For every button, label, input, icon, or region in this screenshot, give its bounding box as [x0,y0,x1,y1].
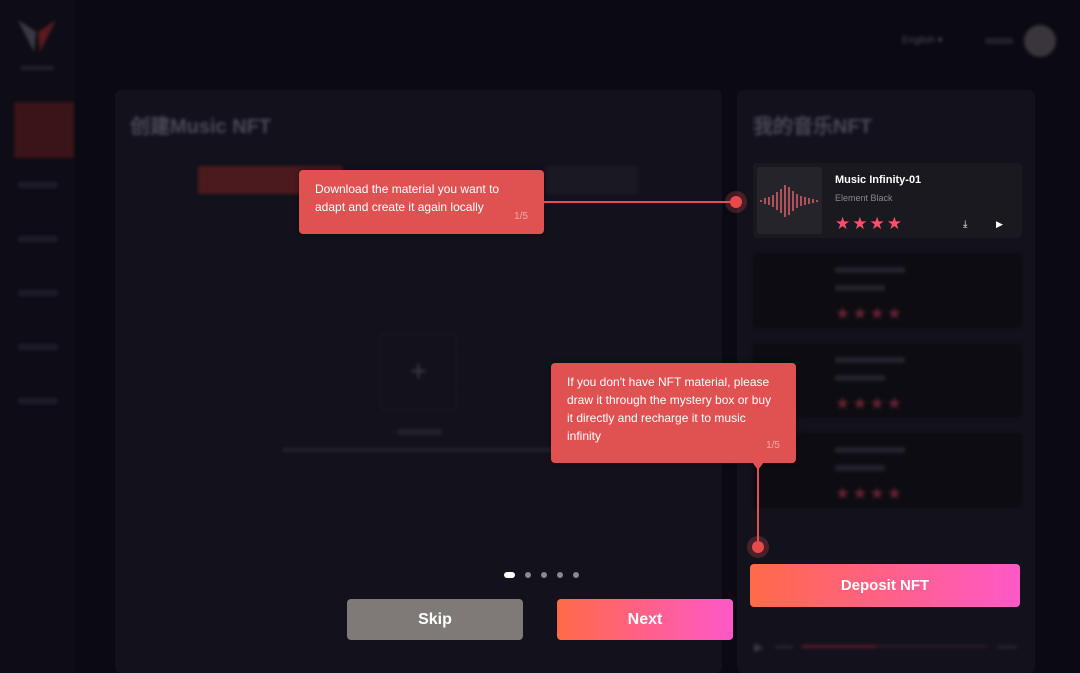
sidebar [0,0,75,673]
play-icon[interactable]: ▶ [996,219,1003,230]
deposit-nft-button[interactable]: Deposit NFT [750,564,1020,607]
skip-button[interactable]: Skip [347,599,523,640]
tooltip-anchor-dot [752,541,764,553]
logo-butterfly-icon [18,20,56,52]
next-button[interactable]: Next [557,599,733,640]
sidebar-item[interactable] [18,236,58,242]
page-title: 创建Music NFT [130,116,272,138]
language-label: English [902,35,935,46]
step-dot-active [504,572,515,578]
star-icon: ★ [886,214,904,233]
sidebar-item[interactable] [18,398,58,404]
username [985,38,1013,44]
step-dot [541,572,547,578]
nft-artist: Element Black [835,193,893,203]
tour-tooltip-2: If you don't have NFT material, please d… [551,363,796,463]
nft-card[interactable]: Music Infinity-01 Element Black ★★★★ ⤓ ▶ [753,163,1022,238]
tooltip-text: If you don't have NFT material, please d… [567,375,772,443]
player-time [775,645,793,649]
language-selector[interactable]: English ▾ [902,35,943,46]
tour-tooltip-1: Download the material you want to adapt … [299,170,544,234]
waveform-thumbnail [757,167,822,234]
sidebar-item[interactable] [18,182,58,188]
player-play-icon[interactable]: ▶ [754,640,763,654]
star-icon: ★ [852,214,870,233]
upload-box[interactable]: + [380,333,457,410]
nft-title: Music Infinity-01 [835,174,922,186]
step-dot [573,572,579,578]
star-icon: ★ [869,214,887,233]
rating-stars: ★★★★ [835,214,904,234]
tab[interactable] [545,166,638,194]
waveform-icon [760,185,818,217]
step-dot [525,572,531,578]
sidebar-item-active[interactable] [14,102,74,158]
player-progress[interactable] [802,645,987,648]
avatar[interactable] [1024,25,1056,57]
chevron-down-icon: ▾ [937,35,943,46]
tooltip-connector [544,201,736,203]
upload-label [397,429,442,435]
upload-hint [282,448,557,452]
sidebar-item[interactable] [18,290,58,296]
nft-card[interactable]: ★★★★ [753,253,1022,328]
step-dot [557,572,563,578]
logo-text [20,66,54,70]
download-icon[interactable]: ⤓ [963,219,967,230]
panel-title: 我的音乐NFT [753,116,872,138]
sidebar-item[interactable] [18,344,58,350]
plus-icon: + [409,354,428,388]
tooltip-anchor-dot [730,196,742,208]
tooltip-text: Download the material you want to adapt … [315,182,500,214]
tooltip-step-count: 1/5 [766,440,780,451]
tooltip-connector [757,468,759,544]
tooltip-step-count: 1/5 [514,211,528,222]
star-icon: ★ [835,214,853,233]
player-duration [997,645,1017,649]
